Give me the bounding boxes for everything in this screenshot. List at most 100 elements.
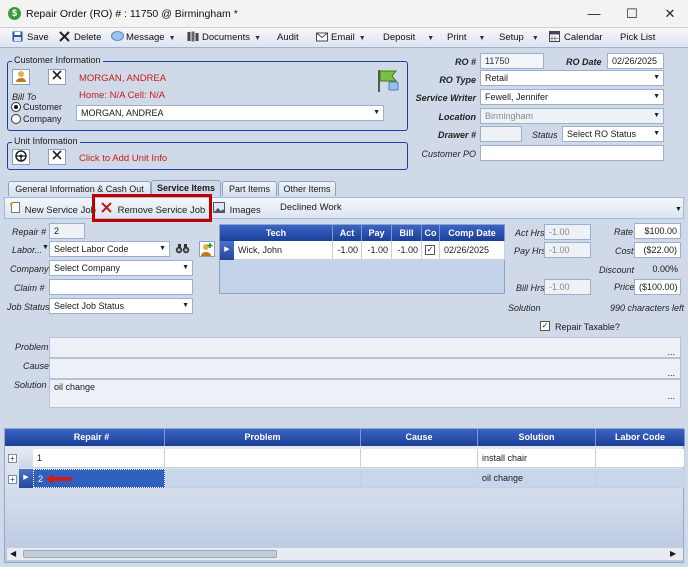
audit-button[interactable]: Audit <box>277 31 299 45</box>
documents-button[interactable]: Documents ▼ <box>187 31 261 45</box>
solution-textarea[interactable]: oil change ... <box>49 379 681 408</box>
bill-to-select[interactable]: MORGAN, ANDREA <box>76 105 384 121</box>
problem-col-header[interactable]: Problem <box>165 429 361 446</box>
expand-row-icon[interactable]: + <box>8 475 17 484</box>
expand-row-icon[interactable]: + <box>8 454 17 463</box>
print-button[interactable]: Print ▼ <box>447 31 485 45</box>
cause-col-header[interactable]: Cause <box>361 429 478 446</box>
price-field[interactable]: ($100.00) <box>634 279 681 295</box>
service-writer-select[interactable]: Fewell, Jennifer <box>480 89 664 105</box>
company-select[interactable]: Select Company <box>49 260 193 276</box>
comp-date-col-header[interactable]: Comp Date <box>440 225 505 241</box>
tech-name-cell[interactable]: Wick, John <box>234 241 333 260</box>
scroll-right-icon[interactable]: ▶ <box>670 549 676 558</box>
tech-col-header[interactable]: Tech <box>220 225 333 241</box>
repair-cell[interactable]: 1 <box>33 449 165 468</box>
calendar-button[interactable]: Calendar <box>549 31 603 45</box>
repair-number-field: 2 <box>49 223 85 239</box>
row-indicator-icon[interactable]: ▶ <box>19 469 33 488</box>
chars-left-text: 990 characters left <box>610 303 685 313</box>
pay-cell[interactable]: -1.00 <box>362 241 392 260</box>
close-window-button[interactable]: ✕ <box>656 4 684 24</box>
chevron-down-icon[interactable]: ▼ <box>675 206 682 213</box>
labor-code-col-header[interactable]: Labor Code <box>596 429 685 446</box>
setup-button[interactable]: Setup ▼ <box>499 31 539 45</box>
bill-to-label: Bill To <box>12 92 37 102</box>
save-button[interactable]: Save <box>12 31 49 45</box>
solution-more-button[interactable]: ... <box>667 391 675 401</box>
company-radio[interactable] <box>11 114 21 124</box>
pay-col-header[interactable]: Pay <box>362 225 392 241</box>
customer-po-field[interactable] <box>480 145 664 161</box>
customer-avatar-button[interactable] <box>12 69 30 85</box>
discount-value[interactable]: 0.00% <box>634 264 681 274</box>
solution-cell[interactable]: install chair <box>478 449 596 468</box>
scroll-left-icon[interactable]: ◀ <box>10 549 16 558</box>
cost-field[interactable]: ($22.00) <box>634 242 681 258</box>
green-flag-icon[interactable] <box>375 68 401 94</box>
maximize-button[interactable]: ☐ <box>618 4 646 24</box>
tab-other-items[interactable]: Other Items <box>278 181 336 196</box>
cause-cell[interactable] <box>361 469 478 488</box>
repair-taxable-checkbox[interactable]: ✓ <box>540 321 550 331</box>
documents-label: Documents <box>202 32 251 43</box>
solution-cell[interactable]: oil change <box>478 469 596 488</box>
claim-field[interactable] <box>49 279 193 295</box>
job-status-select[interactable]: Select Job Status <box>49 298 193 314</box>
problem-cell[interactable] <box>165 449 361 468</box>
location-select: Birmingham <box>480 108 664 124</box>
problem-textarea[interactable]: ... <box>49 337 681 358</box>
labor-code-cell[interactable] <box>596 449 685 468</box>
solution-col-header[interactable]: Solution <box>478 429 596 446</box>
problem-more-button[interactable]: ... <box>667 347 675 357</box>
new-service-job-button[interactable]: New Service Job <box>9 201 96 217</box>
drawer-field <box>480 126 522 142</box>
bill-cell[interactable]: -1.00 <box>392 241 422 260</box>
clear-unit-button[interactable] <box>48 149 66 165</box>
act-cell[interactable]: -1.00 <box>333 241 362 260</box>
repair-col-header[interactable]: Repair # <box>19 429 165 446</box>
cause-cell[interactable] <box>361 449 478 468</box>
co-col-header[interactable]: Co <box>422 225 440 241</box>
table-row-header[interactable] <box>19 449 33 468</box>
bill-col-header[interactable]: Bill <box>392 225 422 241</box>
repair-cell-selected[interactable]: 2 <box>33 469 165 488</box>
chevron-down-icon[interactable]: ▼ <box>42 244 49 251</box>
message-button[interactable]: Message ▼ <box>111 31 176 45</box>
minimize-button[interactable]: — <box>580 4 608 24</box>
tab-part-items[interactable]: Part Items <box>222 181 277 196</box>
customer-radio[interactable] <box>11 102 21 112</box>
pick-list-button[interactable]: Pick List <box>620 31 655 45</box>
horizontal-scrollbar[interactable]: ◀ ▶ <box>7 547 683 560</box>
labor-code-select[interactable]: Select Labor Code <box>49 241 170 257</box>
labor-code-cell[interactable] <box>596 469 685 488</box>
cause-textarea[interactable]: ... <box>49 358 681 379</box>
add-unit-link[interactable]: Click to Add Unit Info <box>79 153 167 164</box>
scrollbar-thumb[interactable] <box>23 550 277 558</box>
images-button[interactable]: Images <box>213 202 261 217</box>
chat-bubble-icon <box>111 31 124 42</box>
problem-cell[interactable] <box>165 469 361 488</box>
red-arrow-icon <box>46 473 74 487</box>
ro-status-select[interactable]: Select RO Status <box>562 126 664 142</box>
co-checkbox[interactable]: ✓ <box>425 245 435 255</box>
cause-more-button[interactable]: ... <box>667 368 675 378</box>
delete-button[interactable]: Delete <box>59 31 101 45</box>
add-labor-code-button[interactable] <box>199 241 215 257</box>
email-button[interactable]: Email ▼ <box>316 31 366 45</box>
customer-name-link[interactable]: MORGAN, ANDREA <box>79 73 166 84</box>
row-indicator-icon[interactable]: ▶ <box>220 241 234 260</box>
deposit-button[interactable]: Deposit ▼ <box>383 31 434 45</box>
ro-type-select[interactable]: Retail <box>480 70 664 86</box>
location-value: Birmingham <box>485 111 534 121</box>
co-cell[interactable]: ✓ <box>422 241 440 260</box>
unit-lookup-button[interactable] <box>12 149 30 165</box>
rate-field[interactable]: $100.00 <box>634 223 681 239</box>
comp-date-cell[interactable]: 02/26/2025 <box>440 241 505 260</box>
declined-work-button[interactable]: Declined Work <box>280 202 342 214</box>
ro-date-field[interactable]: 02/26/2025 <box>607 53 664 69</box>
act-col-header[interactable]: Act <box>333 225 362 241</box>
act-hrs-field: -1.00 <box>544 224 591 240</box>
binoculars-icon[interactable] <box>175 242 191 257</box>
clear-customer-button[interactable] <box>48 69 66 85</box>
